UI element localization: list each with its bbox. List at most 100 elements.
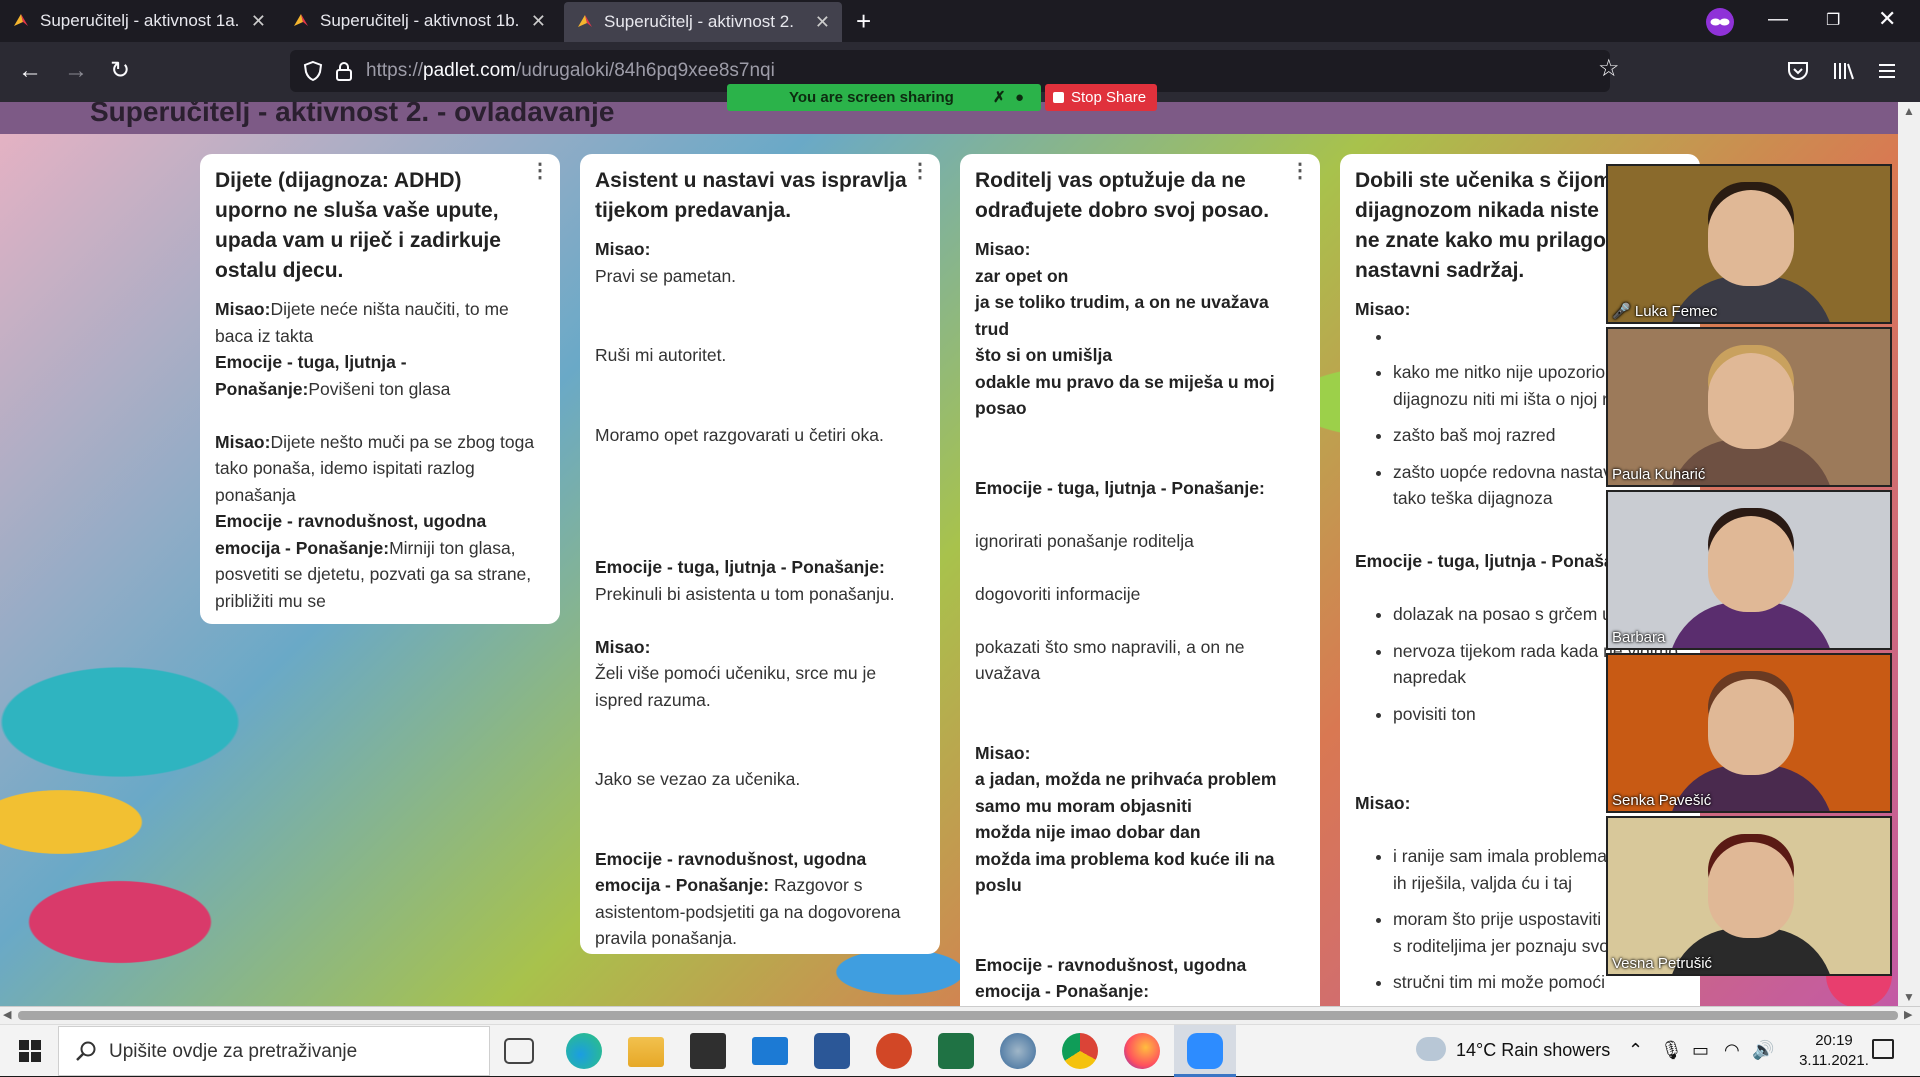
post-text: što si on umišlja: [975, 345, 1113, 365]
taskbar-search-box[interactable]: Upišite ovdje za pretraživanje: [58, 1026, 490, 1076]
excel-icon[interactable]: [938, 1033, 974, 1069]
post-line: Moramo opet razgovarati u četiri oka.: [595, 422, 925, 449]
reload-icon[interactable]: ↻: [102, 56, 138, 86]
windows-start-icon[interactable]: [18, 1039, 42, 1063]
participant-video-tile[interactable]: Senka Pavešić: [1606, 653, 1892, 813]
participant-video-tile[interactable]: 🎤 Luka Femec: [1606, 164, 1892, 324]
scroll-up-arrow-icon[interactable]: ▲: [1903, 104, 1915, 118]
back-arrow-icon[interactable]: ←: [12, 56, 48, 86]
post-line: Misao:: [975, 740, 1305, 767]
post-text: Ruši mi autoritet.: [595, 345, 727, 365]
forward-arrow-icon[interactable]: →: [58, 56, 94, 86]
participant-face: [1708, 190, 1794, 286]
wifi-icon[interactable]: ◠: [1724, 1040, 1740, 1061]
post-card-2[interactable]: ⋮ Asistent u nastavi vas ispravlja tijek…: [580, 154, 940, 954]
post-text: dogovoriti informacije: [975, 583, 1141, 604]
notifications-icon[interactable]: [1872, 1039, 1894, 1059]
search-placeholder: Upišite ovdje za pretraživanje: [109, 1041, 358, 1062]
post-line: Misao:Dijete neće ništa naučiti, to me b…: [215, 296, 545, 349]
post-line: zar opet on: [975, 263, 1305, 290]
stop-share-button[interactable]: Stop Share: [1045, 84, 1157, 111]
post-line: dogovoriti informacije: [975, 581, 1305, 608]
show-hidden-icons-icon[interactable]: ⌃: [1628, 1040, 1643, 1061]
participant-face: [1708, 516, 1794, 612]
zoom-icon: [1187, 1033, 1223, 1069]
scroll-right-arrow-icon[interactable]: ▶: [1904, 1008, 1912, 1021]
file-explorer-icon[interactable]: [628, 1037, 664, 1067]
post-card-1[interactable]: ⋮ Dijete (dijagnoza: ADHD) uporno ne slu…: [200, 154, 560, 624]
horizontal-scrollbar[interactable]: ◀ ▶: [0, 1006, 1920, 1024]
store-icon[interactable]: [690, 1033, 726, 1069]
more-options-icon[interactable]: ⋮: [1290, 161, 1310, 181]
weather-text[interactable]: 14°C Rain showers: [1456, 1040, 1610, 1061]
tab-aktivnost-1a[interactable]: Superučitelj - aktivnost 1a. ✕: [0, 0, 278, 42]
volume-icon[interactable]: 🔊: [1752, 1040, 1774, 1061]
post-text: Želi više pomoći učeniku, srce mu je isp…: [595, 663, 877, 710]
post-line: [975, 448, 1305, 475]
library-icon[interactable]: [1832, 60, 1856, 82]
participant-video-tile[interactable]: Vesna Petrušić: [1606, 816, 1892, 976]
more-options-icon[interactable]: ⋮: [910, 161, 930, 181]
close-window-button[interactable]: ✕: [1878, 6, 1896, 32]
shield-icon[interactable]: [302, 60, 324, 82]
mic-muted-icon[interactable]: ✗: [993, 84, 1006, 111]
screen-sharing-status[interactable]: You are screen sharing ✗ ●: [727, 84, 1041, 111]
network-globe-icon[interactable]: [1000, 1033, 1036, 1069]
post-line: Emocije - tuga, ljutnja - Ponašanje:: [595, 554, 925, 581]
menu-icon[interactable]: [1876, 60, 1898, 82]
participant-name: Paula Kuharić: [1612, 466, 1705, 483]
post-text: Emocije - tuga, ljutnja - Ponašanje:: [595, 557, 885, 577]
participant-name-text: Senka Pavešić: [1612, 792, 1712, 809]
participant-video-tile[interactable]: Barbara: [1606, 490, 1892, 650]
chrome-icon[interactable]: [1062, 1033, 1098, 1069]
weather-cloud-icon: [1416, 1037, 1446, 1061]
tab-aktivnost-2[interactable]: Superučitelj - aktivnost 2. ✕: [564, 2, 842, 42]
zoom-taskbar-item[interactable]: [1174, 1025, 1236, 1077]
post-text: Povišeni ton glasa: [308, 378, 451, 399]
padlet-favicon-icon: [14, 14, 28, 26]
post-card-3[interactable]: ⋮ Roditelj vas optužuje da ne odrađujete…: [960, 154, 1320, 1006]
post-line: [975, 713, 1305, 740]
clock[interactable]: 20:19 3.11.2021.: [1794, 1031, 1874, 1071]
word-icon[interactable]: [814, 1033, 850, 1069]
scrollbar-thumb[interactable]: [18, 1011, 1898, 1020]
lock-icon[interactable]: [334, 60, 354, 82]
post-text: možda ima problema kod kuće ili na poslu: [975, 848, 1275, 896]
close-tab-icon[interactable]: ✕: [531, 11, 546, 32]
microphone-icon[interactable]: 🎙: [1660, 1040, 1683, 1061]
pocket-icon[interactable]: [1786, 60, 1810, 82]
post-line: [595, 395, 925, 422]
participant-name: Senka Pavešić: [1612, 792, 1711, 809]
post-text: Misao:: [975, 742, 1031, 763]
battery-icon[interactable]: ▭: [1692, 1040, 1709, 1061]
bookmark-star-icon[interactable]: ☆: [1598, 54, 1620, 83]
task-view-icon[interactable]: [504, 1038, 534, 1064]
more-options-icon[interactable]: ⋮: [530, 161, 550, 181]
padlet-favicon-icon: [578, 15, 592, 27]
tab-title: Superučitelj - aktivnost 1a.: [40, 11, 240, 30]
security-shield-icon[interactable]: ●: [1015, 84, 1024, 111]
tab-aktivnost-1b[interactable]: Superučitelj - aktivnost 1b. ✕: [280, 0, 558, 42]
post-line: Ruši mi autoritet.: [595, 342, 925, 369]
scroll-down-arrow-icon[interactable]: ▼: [1903, 990, 1915, 1004]
post-text: zar opet on: [975, 265, 1069, 286]
mail-icon[interactable]: [752, 1037, 788, 1065]
scroll-left-arrow-icon[interactable]: ◀: [3, 1008, 11, 1021]
participant-video-tile[interactable]: Paula Kuharić: [1606, 327, 1892, 487]
screen-share-bar: You are screen sharing ✗ ● Stop Share: [727, 84, 1157, 111]
restore-button[interactable]: ❐: [1826, 10, 1840, 30]
url-text[interactable]: https://padlet.com/udrugaloki/84h6pq9xee…: [366, 60, 775, 82]
post-text: Misao:: [215, 431, 271, 452]
post-line: Misao:: [595, 634, 925, 661]
new-tab-button[interactable]: +: [856, 6, 871, 37]
powerpoint-icon[interactable]: [876, 1033, 912, 1069]
close-tab-icon[interactable]: ✕: [815, 12, 830, 33]
minimize-button[interactable]: —: [1768, 8, 1788, 31]
post-title: Asistent u nastavi vas ispravlja tijekom…: [595, 169, 907, 222]
post-text: Emocije - tuga, ljutnja - Ponašanje:: [975, 477, 1265, 498]
vertical-scrollbar[interactable]: ▲ ▼: [1898, 102, 1920, 1006]
edge-icon[interactable]: [566, 1033, 602, 1069]
firefox-icon[interactable]: [1124, 1033, 1160, 1069]
close-tab-icon[interactable]: ✕: [251, 11, 266, 32]
post-text: Emocije - ravnodušnost, ugodna emocija -…: [975, 954, 1247, 1002]
